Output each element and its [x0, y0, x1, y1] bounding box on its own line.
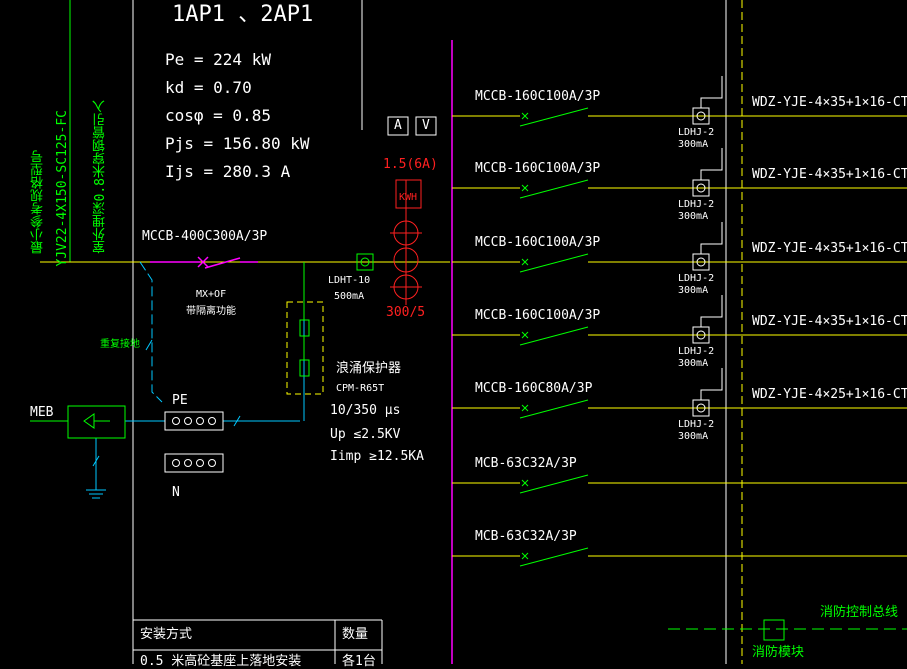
param-pe: Pe = 224 kW [165, 50, 271, 69]
table-header-qty: 数量 [342, 627, 369, 642]
circuit-rcd-ma: 300mA [678, 358, 709, 369]
spd-model: CPM-R65T [336, 383, 385, 394]
mx-label: MX+OF [196, 289, 227, 300]
spd-up: Up ≤2.5KV [330, 427, 401, 442]
panel-title: 1AP1 、2AP1 [172, 2, 314, 27]
circuit-cable-label: WDZ-YJE-4×35+1×16-CT [752, 167, 907, 182]
circuit-breaker-label: MCCB-160C80A/3P [475, 381, 593, 396]
param-ijs: Ijs = 280.3 A [165, 162, 291, 181]
circuit-rcd-label: LDHJ-2 [678, 127, 715, 138]
table-cell-install: 0.5 米高砼基座上落地安装 [140, 654, 302, 669]
table-header-install: 安装方式 [140, 627, 193, 642]
incoming-cable: YJV22-4X150-SC125-FC [55, 110, 70, 267]
circuit-rcd-ma: 300mA [678, 431, 709, 442]
incoming-note-1: 最小参考规格型号 [31, 150, 46, 254]
spd-title: 浪涌保护器 [336, 361, 402, 376]
table-cell-qty: 各1台 [342, 654, 376, 669]
param-cos: cosφ = 0.85 [165, 106, 271, 125]
circuit-rcd-lead [700, 222, 723, 254]
circuit-rcd-lead [700, 368, 723, 400]
meb-label: MEB [30, 405, 54, 420]
main-breaker-label: MCCB-400C300A/3P [142, 229, 268, 244]
circuit-breaker-label: MCCB-160C100A/3P [475, 89, 601, 104]
circuit-breaker-blade [519, 326, 589, 346]
circuit-rcd-ma: 300mA [678, 285, 709, 296]
pe-bar-label: PE [172, 393, 188, 408]
circuit-breaker-blade [519, 547, 589, 567]
ct-ratio: 300/5 [386, 305, 426, 320]
circuit-breaker-blade [519, 474, 589, 494]
param-kd: kd = 0.70 [165, 78, 252, 97]
circuit-rcd-label: LDHJ-2 [678, 273, 715, 284]
kwh-label: KWH [399, 192, 418, 203]
circuit-rcd-lead [700, 76, 723, 108]
circuit-rcd-ma: 300mA [678, 211, 709, 222]
mx-note: 带隔离功能 [186, 306, 236, 317]
circuit-breaker-blade [519, 107, 589, 127]
main-rcd-label: LDHT-10 [328, 275, 371, 286]
voltmeter-label: V [422, 118, 430, 133]
incoming-note-3: 室外埋深0.8米穿钢管引入 [93, 100, 108, 254]
repeat-ground-label: 重复接地 [100, 339, 140, 350]
circuit-cable-label: WDZ-YJE-4×35+1×16-CT [752, 241, 907, 256]
spd-wave: 10/350 μs [330, 403, 401, 418]
circuit-breaker-label: MCCB-160C100A/3P [475, 235, 601, 250]
circuit-breaker-blade [519, 399, 589, 419]
circuit-rcd-label: LDHJ-2 [678, 199, 715, 210]
circuit-breaker-label: MCB-63C32A/3P [475, 529, 577, 544]
ammeter-label: A [394, 118, 402, 133]
circuit-breaker-label: MCB-63C32A/3P [475, 456, 577, 471]
circuit-breaker-blade [519, 179, 589, 199]
circuit-breaker-label: MCCB-160C100A/3P [475, 308, 601, 323]
circuit-rcd-label: LDHJ-2 [678, 419, 715, 430]
circuit-cable-label: WDZ-YJE-4×25+1×16-CT [752, 387, 907, 402]
circuit-rcd-label: LDHJ-2 [678, 346, 715, 357]
circuit-rcd-lead [700, 148, 723, 180]
circuit-cable-label: WDZ-YJE-4×35+1×16-CT [752, 314, 907, 329]
circuit-breaker-label: MCCB-160C100A/3P [475, 161, 601, 176]
fire-bus-label: 消防控制总线 [820, 605, 899, 620]
circuit-breaker-blade [519, 253, 589, 273]
circuit-rcd-lead [700, 295, 723, 327]
spd-iimp: Iimp ≥12.5KA [330, 449, 424, 464]
circuit-cable-label: WDZ-YJE-4×35+1×16-CT [752, 95, 907, 110]
fuse-label: 1.5(6A) [383, 157, 438, 172]
param-pjs: Pjs = 156.80 kW [165, 134, 310, 153]
fire-module-label: 消防模块 [752, 645, 805, 660]
main-rcd-ma: 500mA [334, 291, 365, 302]
circuit-rcd-ma: 300mA [678, 139, 709, 150]
n-bar-label: N [172, 485, 180, 500]
